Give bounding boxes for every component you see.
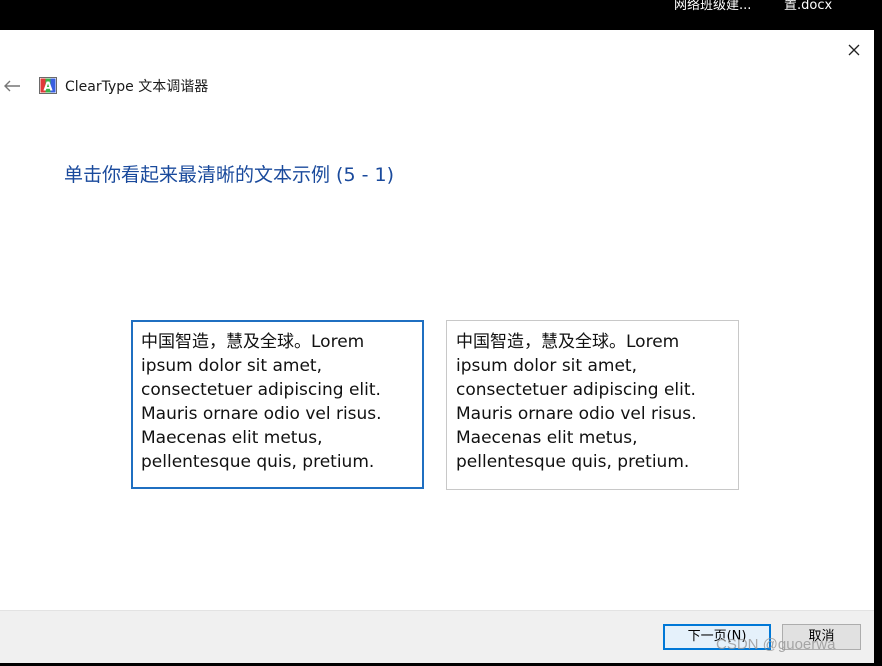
sample-line: ipsum dolor sit amet, — [456, 356, 637, 376]
text-sample-2[interactable]: 中国智造，慧及全球。Lorem ipsum dolor sit amet, co… — [446, 320, 739, 490]
cleartype-app-icon: A — [39, 77, 57, 94]
taskbar-item-docx[interactable]: 置.docx — [784, 0, 854, 12]
back-button[interactable] — [0, 74, 24, 98]
back-arrow-icon — [4, 80, 20, 92]
text-sample-1[interactable]: 中国智造，慧及全球。Lorem ipsum dolor sit amet, co… — [131, 320, 424, 489]
taskbar-item-network-class[interactable]: 网络班级建... — [674, 0, 766, 12]
sample-line: 中国智造，慧及全球。Lorem — [456, 332, 680, 352]
sample-line: 中国智造，慧及全球。Lorem — [141, 332, 365, 352]
sample-line: consectetuer adipiscing elit. — [141, 380, 381, 400]
app-title: ClearType 文本调谐器 — [65, 79, 209, 95]
close-icon — [848, 44, 860, 56]
sample-line: Maecenas elit metus, — [456, 428, 638, 448]
sample-line: consectetuer adipiscing elit. — [456, 380, 696, 400]
close-button[interactable] — [836, 36, 872, 64]
sample-line: pellentesque quis, pretium. — [456, 452, 690, 472]
sample-line: Mauris ornare odio vel risus. — [456, 404, 697, 424]
page-heading: 单击你看起来最清晰的文本示例 (5 - 1) — [64, 164, 394, 186]
taskbar: 网络班级建... 置.docx — [0, 0, 882, 30]
svg-text:A: A — [43, 80, 53, 94]
sample-line: Maecenas elit metus, — [141, 428, 323, 448]
watermark: CSDN @guoerwa — [716, 636, 836, 653]
sample-line: Mauris ornare odio vel risus. — [141, 404, 382, 424]
sample-line: pellentesque quis, pretium. — [141, 452, 375, 472]
cleartype-window: A ClearType 文本调谐器 单击你看起来最清晰的文本示例 (5 - 1)… — [0, 30, 874, 663]
sample-line: ipsum dolor sit amet, — [141, 356, 322, 376]
